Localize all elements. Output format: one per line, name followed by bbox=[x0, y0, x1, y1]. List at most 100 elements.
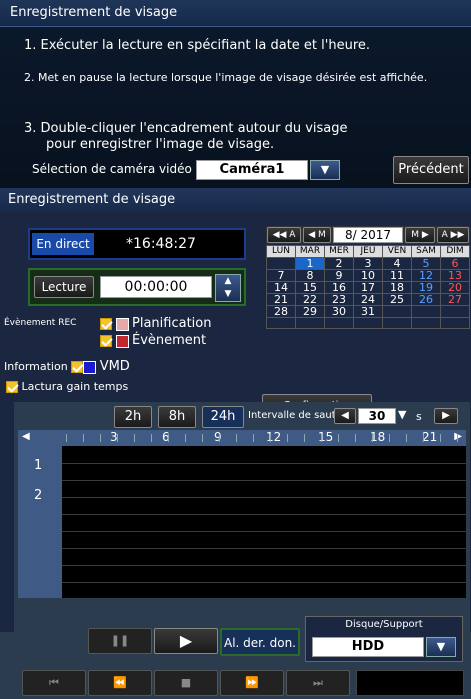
skip-end-button[interactable]: ⏭ bbox=[286, 670, 350, 696]
zoom-24h-button[interactable]: 24h bbox=[202, 406, 244, 428]
playback-button[interactable]: Lecture bbox=[34, 276, 94, 298]
weekday-header: VEN bbox=[382, 245, 412, 258]
time-stepper[interactable]: ▲ ▼ bbox=[215, 274, 241, 302]
checkbox-icon[interactable] bbox=[6, 381, 18, 393]
calendar-day[interactable]: 10 bbox=[353, 269, 383, 282]
next-year-button[interactable]: A ▶▶ bbox=[437, 227, 469, 243]
play-icon: ▶ bbox=[179, 631, 193, 650]
calendar-day[interactable]: 30 bbox=[324, 305, 354, 318]
pause-button[interactable]: ❚❚ bbox=[88, 628, 152, 654]
timeline-tick-mark bbox=[270, 434, 271, 442]
prev-month-button[interactable]: ◀ M bbox=[303, 227, 331, 243]
event-filter[interactable]: Évènement bbox=[100, 333, 206, 348]
calendar-day[interactable]: 31 bbox=[353, 305, 383, 318]
calendar-day[interactable]: 23 bbox=[324, 293, 354, 306]
zoom-8h-button[interactable]: 8h bbox=[158, 406, 196, 428]
calendar-day[interactable]: 8 bbox=[295, 269, 325, 282]
calendar-day[interactable]: 24 bbox=[353, 293, 383, 306]
interval-decrease-button[interactable]: ◀ bbox=[334, 408, 356, 424]
calendar-day[interactable]: 26 bbox=[411, 293, 441, 306]
camera-row-label: 2 bbox=[34, 488, 43, 503]
calendar-day[interactable]: 6 bbox=[440, 257, 470, 270]
arrow-right-icon: ▶ bbox=[442, 410, 450, 421]
schedule-swatch bbox=[115, 317, 129, 331]
timeline-area: 2h 8h 24h Intervalle de saut ◀ 30 ▼ s ▶ … bbox=[14, 402, 470, 632]
timeline-row-line bbox=[62, 565, 466, 566]
calendar-day[interactable]: 14 bbox=[266, 281, 296, 294]
calendar-day[interactable]: 20 bbox=[440, 281, 470, 294]
calendar-day[interactable]: 25 bbox=[382, 293, 412, 306]
playback-time-input[interactable]: 00:00:00 bbox=[100, 276, 212, 298]
scroll-left-icon[interactable]: ◀ bbox=[22, 431, 30, 442]
scroll-right-icon[interactable]: ▶ bbox=[454, 431, 462, 442]
interval-input[interactable]: 30 bbox=[358, 408, 396, 424]
calendar-day[interactable]: 19 bbox=[411, 281, 441, 294]
calendar-day[interactable]: 13 bbox=[440, 269, 470, 282]
calendar-day[interactable]: 17 bbox=[353, 281, 383, 294]
gain-label: Lactura gain temps bbox=[21, 380, 129, 393]
live-box: En direct *16:48:27 bbox=[28, 228, 246, 260]
calendar-day[interactable]: 29 bbox=[295, 305, 325, 318]
stop-button[interactable]: ■ bbox=[154, 670, 218, 696]
timeline-tick-mark bbox=[304, 434, 305, 442]
disk-dropdown-button[interactable]: ▼ bbox=[426, 637, 456, 657]
calendar-day[interactable]: 1 bbox=[295, 257, 325, 270]
timeline-tick-mark bbox=[66, 434, 67, 442]
disk-box: Disque/Support HDD ▼ bbox=[305, 616, 463, 662]
timeline-tick-mark bbox=[168, 434, 169, 442]
timeline-tick-mark bbox=[100, 434, 101, 442]
rewind-icon: ⏪ bbox=[113, 676, 127, 689]
calendar-day[interactable]: 12 bbox=[411, 269, 441, 282]
calendar-day[interactable]: 4 bbox=[382, 257, 412, 270]
interval-dropdown-icon[interactable]: ▼ bbox=[398, 408, 412, 424]
camera-select[interactable]: Caméra1 bbox=[196, 160, 308, 180]
live-time: *16:48:27 bbox=[126, 236, 196, 252]
timeline-row-line bbox=[62, 463, 466, 464]
calendar-day[interactable]: 15 bbox=[295, 281, 325, 294]
calendar-day[interactable]: 28 bbox=[266, 305, 296, 318]
info-filter[interactable]: Information VMD bbox=[4, 359, 130, 374]
live-button[interactable]: En direct bbox=[32, 233, 94, 255]
disk-select[interactable]: HDD bbox=[312, 637, 424, 657]
timeline-tick-mark bbox=[372, 434, 373, 442]
timeline-tick-label: 21 bbox=[422, 430, 438, 444]
schedule-filter[interactable]: Planification bbox=[100, 316, 211, 331]
checkbox-icon[interactable] bbox=[100, 318, 112, 330]
skip-start-button[interactable]: ⏮ bbox=[22, 670, 86, 696]
play-button[interactable]: ▶ bbox=[154, 628, 218, 654]
next-month-button[interactable]: M ▶ bbox=[405, 227, 435, 243]
timeline-tick-mark bbox=[287, 434, 288, 442]
calendar-day bbox=[411, 317, 441, 329]
rewind-button[interactable]: ⏪ bbox=[88, 670, 152, 696]
calendar-day[interactable]: 16 bbox=[324, 281, 354, 294]
calendar-day bbox=[353, 317, 383, 329]
calendar-day[interactable]: 21 bbox=[266, 293, 296, 306]
calendar-day[interactable]: 11 bbox=[382, 269, 412, 282]
skip-start-icon: ⏮ bbox=[49, 676, 59, 689]
calendar-day[interactable]: 5 bbox=[411, 257, 441, 270]
zoom-2h-button[interactable]: 2h bbox=[114, 406, 152, 428]
calendar-day[interactable]: 22 bbox=[295, 293, 325, 306]
step-3a: 3. Double-cliquer l'encadrement autour d… bbox=[24, 121, 348, 136]
calendar-day[interactable]: 27 bbox=[440, 293, 470, 306]
timeline-grid[interactable]: 1 2 bbox=[18, 446, 466, 598]
gain-filter[interactable]: Lactura gain temps bbox=[6, 380, 128, 393]
calendar-day[interactable]: 9 bbox=[324, 269, 354, 282]
prev-year-button[interactable]: ◀◀ A bbox=[267, 227, 301, 243]
checkbox-icon[interactable] bbox=[100, 335, 112, 347]
camera-dropdown-button[interactable]: ▼ bbox=[310, 160, 340, 180]
checkbox-icon[interactable] bbox=[71, 361, 84, 373]
weekday-header: SAM bbox=[411, 245, 441, 258]
calendar-day[interactable]: 2 bbox=[324, 257, 354, 270]
calendar-day[interactable]: 18 bbox=[382, 281, 412, 294]
calendar-day bbox=[440, 317, 470, 329]
calendar-day[interactable]: 3 bbox=[353, 257, 383, 270]
calendar-day[interactable]: 7 bbox=[266, 269, 296, 282]
calendar-day bbox=[266, 317, 296, 329]
last-data-button[interactable]: Al. der. don. bbox=[220, 628, 300, 656]
previous-button[interactable]: Précédent bbox=[393, 156, 469, 184]
month-display: 8/ 2017 bbox=[333, 227, 403, 243]
timeline-ruler: ◀ ▶ 3 6 9 12 15 18 21 bbox=[18, 430, 466, 446]
interval-increase-button[interactable]: ▶ bbox=[434, 408, 458, 424]
fast-forward-button[interactable]: ⏩ bbox=[220, 670, 284, 696]
